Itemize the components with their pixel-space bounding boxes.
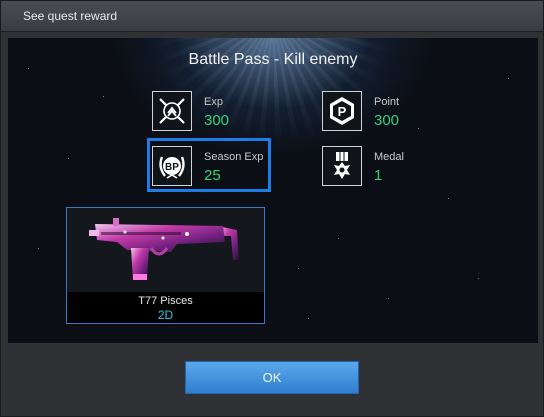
reward-point-value: 300 — [374, 112, 400, 129]
item-duration: 2D — [157, 308, 174, 322]
reward-exp-label: Exp — [204, 96, 223, 108]
svg-text:P: P — [338, 104, 347, 119]
ok-button[interactable]: OK — [185, 361, 359, 394]
dialog-title: See quest reward — [23, 9, 118, 23]
reward-medal: Medal 1 — [322, 146, 472, 192]
reward-point-label: Point — [374, 96, 400, 108]
quest-reward-dialog: See quest reward Battle Pass - Kill enem… — [0, 0, 544, 417]
submachine-gun-image — [89, 218, 239, 280]
selected-reward-highlight — [147, 138, 271, 192]
exp-icon — [152, 91, 192, 131]
medal-icon — [322, 146, 362, 186]
item-reward-card[interactable]: T77 Pisces 2D — [66, 207, 265, 324]
item-name: T77 Pisces — [138, 295, 193, 307]
reward-exp: Exp 300 — [152, 91, 302, 137]
item-info: T77 Pisces 2D — [67, 292, 264, 323]
reward-medal-value: 1 — [374, 167, 383, 184]
reward-point: P Point 300 — [322, 91, 472, 137]
point-icon: P — [322, 91, 362, 131]
quest-title: Battle Pass - Kill enemy — [188, 51, 358, 68]
title-bar: See quest reward — [1, 1, 543, 32]
reward-medal-label: Medal — [374, 151, 404, 163]
reward-panel: Battle Pass - Kill enemy Exp 300 P Point… — [8, 38, 538, 343]
reward-exp-value: 300 — [204, 112, 230, 129]
